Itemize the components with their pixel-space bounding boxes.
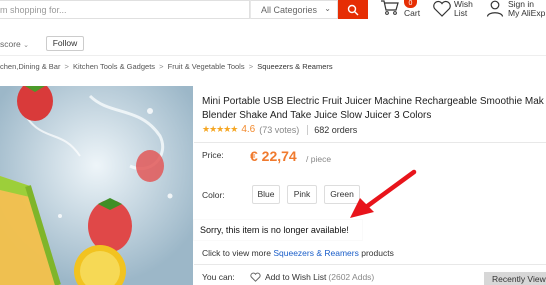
store-score[interactable]: score ⌄ (0, 39, 29, 49)
rating-row: ★★★★★ 4.6 (73 votes) 682 orders (202, 124, 357, 135)
account-label-line2: My AliExp (508, 8, 546, 18)
cart-label: Cart (404, 8, 421, 18)
breadcrumb-item[interactable]: Fruit & Vegetable Tools (168, 62, 245, 71)
user-icon (486, 0, 504, 17)
search-button[interactable] (338, 0, 368, 19)
category-select-label: All Categories (261, 5, 318, 15)
breadcrumb-separator: > (248, 62, 254, 71)
product-title-line1: Mini Portable USB Electric Fruit Juicer … (202, 96, 544, 107)
related-category-link[interactable]: Squeezers & Reamers (273, 248, 359, 258)
wishlist-label: Add to Wish List (265, 272, 327, 282)
rating-stars: ★★★★★ (202, 124, 238, 134)
search-icon (347, 4, 359, 15)
breadcrumb: chen,Dining & Bar > Kitchen Tools & Gadg… (0, 62, 333, 71)
rating-value: 4.6 (241, 124, 256, 135)
cart-icon (381, 0, 399, 15)
cart-count-badge: 0 (404, 0, 417, 8)
divider (307, 124, 309, 135)
product-title: Mini Portable USB Electric Fruit Juicer … (202, 95, 546, 122)
breadcrumb-separator: > (159, 62, 164, 71)
related-prefix: Click to view more (202, 248, 271, 258)
divider (194, 142, 546, 143)
wishlist-count: (2602 Adds) (328, 272, 375, 282)
you-can-label: You can: (202, 272, 235, 282)
top-header: m shopping for... All Categories ⌄ 0 Car… (0, 0, 546, 24)
breadcrumb-current[interactable]: Squeezers & Reamers (257, 62, 332, 71)
divider (194, 264, 546, 265)
add-to-wishlist-button[interactable]: Add to Wish List (2602 Adds) (250, 272, 374, 282)
breadcrumb-item[interactable]: Kitchen Tools & Gadgets (73, 62, 155, 71)
color-option-blue[interactable]: Blue (252, 185, 280, 204)
chevron-down-icon: ⌄ (23, 42, 30, 49)
wish-list-label: Wish List (454, 0, 473, 18)
price-value: € 22,74 (250, 148, 297, 164)
breadcrumb-item[interactable]: chen,Dining & Bar (0, 62, 60, 71)
follow-button[interactable]: Follow (46, 36, 84, 51)
chevron-down-icon: ⌄ (324, 4, 331, 13)
product-title-line2: Blender Shake And Take Juice Slow Juicer… (202, 109, 432, 121)
account-link[interactable]: Sign in My AliExp (486, 0, 546, 20)
juice-splash-image (0, 86, 193, 285)
store-bar: score ⌄ Follow (0, 30, 546, 56)
cart-link[interactable]: 0 Cart (380, 0, 426, 20)
red-arrow-annotation (350, 169, 417, 218)
search-input[interactable]: m shopping for... (0, 0, 250, 19)
price-label: Price: (202, 150, 224, 160)
unavailable-message: Sorry, this item is no longer available! (194, 220, 362, 240)
store-score-label: score (0, 39, 21, 49)
breadcrumb-separator: > (64, 62, 69, 71)
color-label: Color: (202, 190, 225, 200)
rating-votes[interactable]: (73 votes) (259, 125, 299, 135)
wish-label-line2: List (454, 8, 468, 18)
heart-icon (250, 272, 261, 282)
related-products: Click to view more Squeezers & Reamers p… (202, 248, 394, 258)
orders-count: 682 orders (314, 124, 358, 135)
related-suffix: products (361, 248, 394, 258)
account-label: Sign in My AliExp (508, 0, 545, 18)
category-select[interactable]: All Categories ⌄ (250, 0, 338, 19)
price-unit: / piece (306, 154, 332, 164)
heart-icon (433, 0, 451, 17)
color-option-pink[interactable]: Pink (287, 185, 317, 204)
product-image[interactable] (0, 86, 193, 285)
wish-list-link[interactable]: Wish List (432, 0, 478, 20)
recently-viewed-tab[interactable]: Recently View (484, 272, 546, 285)
